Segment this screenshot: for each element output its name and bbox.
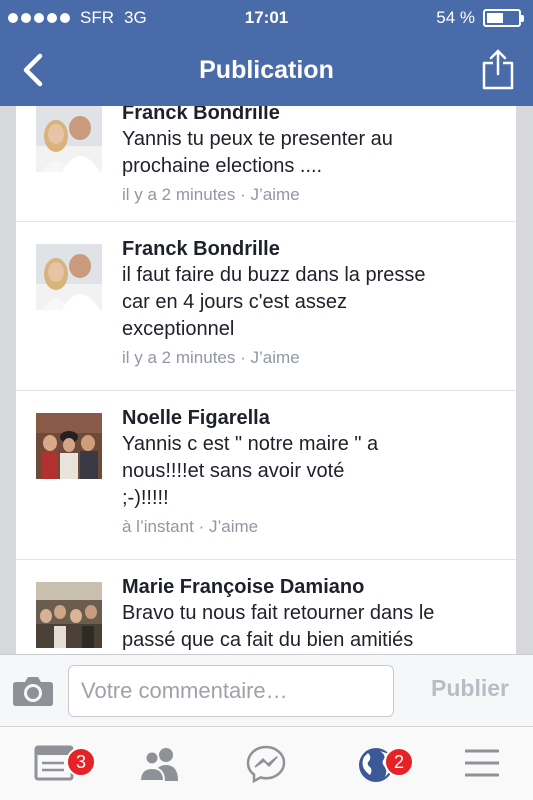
status-bar: SFR 3G 17:01 54 % xyxy=(0,0,533,36)
meta-separator: · xyxy=(240,185,246,204)
share-icon xyxy=(482,49,514,90)
tab-bar: 3 2 xyxy=(0,726,533,800)
comment-list[interactable]: Franck Bondrille Yannis tu peux te prese… xyxy=(16,106,516,654)
publish-button[interactable]: Publier xyxy=(431,675,509,702)
tab-friends[interactable] xyxy=(128,741,188,789)
comment-item: Marie Françoise Damiano Bravo tu nous fa… xyxy=(16,560,516,654)
camera-button[interactable] xyxy=(12,675,54,707)
comment-text-line: passé que ca fait du bien amitiés xyxy=(122,629,414,651)
tab-messenger[interactable] xyxy=(236,741,296,789)
comment-time: à l’instant xyxy=(122,517,194,536)
comment-text-line: Yannis c est " notre maire " a xyxy=(122,433,379,455)
tab-menu[interactable] xyxy=(452,741,512,789)
comment-input[interactable] xyxy=(68,665,394,717)
comment-item: Franck Bondrille il faut faire du buzz d… xyxy=(16,222,516,391)
comment-text-line: il faut faire du buzz dans la presse xyxy=(122,264,426,286)
avatar[interactable] xyxy=(36,582,102,648)
meta-separator: · xyxy=(240,348,246,367)
like-button[interactable]: J’aime xyxy=(251,348,300,367)
comment-author[interactable]: Marie Françoise Damiano xyxy=(122,574,496,600)
comment-item: Franck Bondrille Yannis tu peux te prese… xyxy=(16,106,516,222)
comment-text-line: ;-)!!!!! xyxy=(122,487,169,509)
share-button[interactable] xyxy=(481,48,515,90)
comment-text-line: Bravo tu nous fait retourner dans le xyxy=(122,602,435,624)
comment-meta: il y a 2 minutes · J’aime xyxy=(122,182,496,208)
friends-icon xyxy=(138,748,178,782)
battery-percent: 54 % xyxy=(436,8,475,27)
header: SFR 3G 17:01 54 % Publication xyxy=(0,0,533,106)
notification-badge: 3 xyxy=(66,747,96,777)
like-button[interactable]: J’aime xyxy=(251,185,300,204)
messenger-icon xyxy=(246,745,286,783)
comment-author[interactable]: Noelle Figarella xyxy=(122,405,496,431)
comment-text-line: car en 4 jours c'est assez xyxy=(122,291,348,313)
comment-text-line: Yannis tu peux te presenter au xyxy=(122,128,393,150)
comment-time: il y a 2 minutes xyxy=(122,185,236,204)
comment-text-line: nous!!!!et sans avoir voté xyxy=(122,460,345,482)
battery-icon xyxy=(483,9,524,27)
meta-separator: · xyxy=(198,517,205,536)
comment-text-line: prochaine elections .... xyxy=(122,155,323,177)
comment-meta: il y a 2 minutes · J’aime xyxy=(122,345,496,371)
nav-bar: Publication xyxy=(0,36,533,106)
avatar[interactable] xyxy=(36,106,102,172)
page-title: Publication xyxy=(199,56,334,84)
tab-news-feed[interactable]: 3 xyxy=(24,741,96,789)
comment-author[interactable]: Franck Bondrille xyxy=(122,106,496,126)
comment-composer: Publier xyxy=(0,654,533,726)
comment-item: Noelle Figarella Yannis c est " notre ma… xyxy=(16,391,516,560)
comment-author[interactable]: Franck Bondrille xyxy=(122,236,496,262)
menu-icon xyxy=(465,749,499,777)
like-button[interactable]: J’aime xyxy=(209,517,258,536)
comment-meta: à l’instant · J’aime xyxy=(122,514,496,540)
camera-icon xyxy=(13,677,53,706)
tab-notifications[interactable]: 2 xyxy=(346,741,414,789)
avatar[interactable] xyxy=(36,244,102,310)
notification-badge: 2 xyxy=(384,747,414,777)
avatar[interactable] xyxy=(36,413,102,479)
comment-text-line: exceptionnel xyxy=(122,318,235,340)
comment-time: il y a 2 minutes xyxy=(122,348,236,367)
